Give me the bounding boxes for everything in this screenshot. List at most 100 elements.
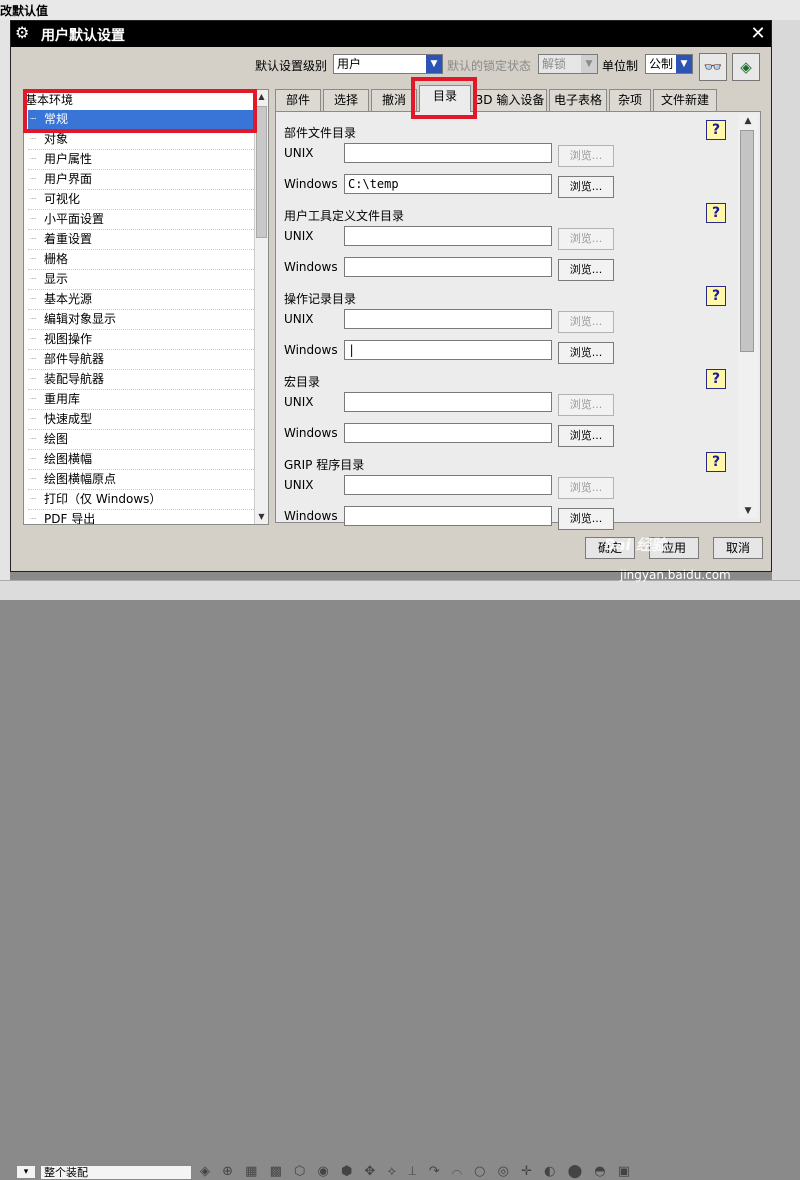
tree-item-label: 绘图横幅原点 [44,472,117,486]
tree-connector-icon: ┈ [30,254,37,265]
app-title: 改默认值 [0,4,49,18]
directory-tab-body: 部件文件目录? UNIX 浏览... Windows C:\temp 浏览... 用户工具定… [275,111,761,530]
body-scrollbar[interactable]: ▲ ▼ [738,114,758,518]
help-icon[interactable]: ? [706,452,726,472]
tree-item-label: 着重设置 [44,232,93,246]
tree-item-label: 重用库 [44,392,81,406]
tree-item[interactable]: ┈ 绘图横幅 [28,450,254,470]
unix-browse-button[interactable]: 浏览... [558,477,614,499]
tree-item[interactable]: ┈ 部件导航器 [28,350,254,370]
tab[interactable]: 选择 [323,89,369,111]
tree-item-label: 用户界面 [44,172,93,186]
tree-item[interactable]: ┈ 视图操作 [28,330,254,350]
app-top-bar: 改默认值 [0,0,800,20]
tree-item[interactable]: ┈ 可视化 [28,190,254,210]
unix-path-field[interactable] [344,143,552,163]
tree-item[interactable]: ┈ 绘图 [28,430,254,450]
tree-connector-icon: ┈ [30,194,37,205]
unix-path-field[interactable] [344,226,552,246]
selection-toolbar-icons[interactable]: ◈ ⊕ ▦ ▩ ⬡ ◉ ⬢ ✥ ⟡ ⟂ ↷ ⌒ ○ ◎ ✛ ◐ ⬤ ◓ ▣ [200,1164,634,1179]
tree-item[interactable]: ┈ 重用库 [28,390,254,410]
tab[interactable]: 杂项 [609,89,651,111]
tab[interactable]: 3D 输入设备 [473,89,547,111]
unit-system-select[interactable]: 公制 ▼ [645,54,693,74]
tree-scroll-thumb[interactable] [256,106,267,238]
tree-connector-icon: ┈ [30,334,37,345]
help-icon[interactable]: ? [706,286,726,306]
unix-path-field[interactable] [344,475,552,495]
scroll-down-icon[interactable]: ▼ [738,504,758,518]
lock-state-select[interactable]: 解锁 ▼ [538,54,598,74]
tree-item-label: 部件导航器 [44,352,105,366]
windows-label: Windows [284,509,338,523]
tree-item[interactable]: ┈ 着重设置 [28,230,254,250]
tree-item[interactable]: ┈ 装配导航器 [28,370,254,390]
tree-connector-icon: ┈ [30,154,37,165]
chevron-down-icon: ▼ [676,55,692,73]
windows-browse-button[interactable]: 浏览... [558,508,614,530]
tree-connector-icon: ┈ [30,174,37,185]
settings-level-select[interactable]: 用户 ▼ [333,54,443,74]
tab[interactable]: 部件 [275,89,321,111]
unix-browse-button[interactable]: 浏览... [558,311,614,333]
tree-item[interactable]: ┈ PDF 导出 [28,510,254,524]
watermark-logo: Bai 经验 [604,536,666,554]
help-icon[interactable]: ? [706,369,726,389]
dialog-title: 用户默认设置 [41,28,125,44]
unix-label: UNIX [284,312,314,326]
unix-path-field[interactable] [344,309,552,329]
windows-browse-button[interactable]: 浏览... [558,425,614,447]
view-changes-button[interactable]: ◈ [732,53,760,81]
windows-browse-button[interactable]: 浏览... [558,176,614,198]
body-scroll-thumb[interactable] [740,130,754,352]
tree-item-label: 基本光源 [44,292,93,306]
tree-item[interactable]: ┈ 小平面设置 [28,210,254,230]
tree-item-label: 对象 [44,132,69,146]
close-icon[interactable]: ✕ [747,23,769,45]
unix-label: UNIX [284,395,314,409]
tree-connector-icon: ┈ [30,374,37,385]
tree-item[interactable]: ┈ 快速成型 [28,410,254,430]
unix-path-field[interactable] [344,392,552,412]
tree-item-label: 用户属性 [44,152,93,166]
windows-browse-button[interactable]: 浏览... [558,342,614,364]
tree-item-label: 编辑对象显示 [44,312,117,326]
help-icon[interactable]: ? [706,120,726,140]
unix-browse-button[interactable]: 浏览... [558,228,614,250]
help-icon[interactable]: ? [706,203,726,223]
tab[interactable]: 电子表格 [549,89,607,111]
tree-scrollbar[interactable]: ▲ ▼ [254,90,268,524]
tree-item[interactable]: ┈ 编辑对象显示 [28,310,254,330]
eye-icon: ◈ [740,58,752,76]
tree-item[interactable]: ┈ 用户属性 [28,150,254,170]
tree-item[interactable]: ┈ 基本光源 [28,290,254,310]
cancel-button[interactable]: 取消 [713,537,763,559]
selection-scope-combo[interactable]: 整个装配 [40,1165,192,1180]
windows-path-field[interactable]: | [344,340,552,360]
unix-label: UNIX [284,478,314,492]
unix-browse-button[interactable]: 浏览... [558,394,614,416]
windows-browse-button[interactable]: 浏览... [558,259,614,281]
tree-item[interactable]: ┈ 对象 [28,130,254,150]
tree-item[interactable]: ┈ 显示 [28,270,254,290]
filter-icon[interactable]: ▾ [16,1165,36,1179]
tab[interactable]: 文件新建 [653,89,717,111]
tree-item-label: 显示 [44,272,69,286]
find-default-button[interactable]: 👓 [699,53,727,81]
tree-item[interactable]: ┈ 栅格 [28,250,254,270]
windows-path-field[interactable] [344,423,552,443]
scroll-up-icon[interactable]: ▲ [738,114,758,128]
tree-item-label: 栅格 [44,252,69,266]
tree-item[interactable]: ┈ 用户界面 [28,170,254,190]
app-bottom-toolbar: ▾ 整个装配 ◈ ⊕ ▦ ▩ ⬡ ◉ ⬢ ✥ ⟡ ⟂ ↷ ⌒ ○ ◎ ✛ ◐ ⬤… [0,580,800,1180]
unix-browse-button[interactable]: 浏览... [558,145,614,167]
tree-item[interactable]: ┈ 绘图横幅原点 [28,470,254,490]
scroll-down-icon[interactable]: ▼ [255,510,268,524]
unit-system-label: 单位制 [602,59,639,73]
tree-item[interactable]: ┈ 打印（仅 Windows） [28,490,254,510]
windows-path-field[interactable] [344,257,552,277]
windows-path-field[interactable]: C:\temp [344,174,552,194]
tree-item-label: 快速成型 [44,412,93,426]
windows-path-field[interactable] [344,506,552,526]
dialog-titlebar[interactable]: ⚙ 用户默认设置 ✕ [11,21,771,47]
